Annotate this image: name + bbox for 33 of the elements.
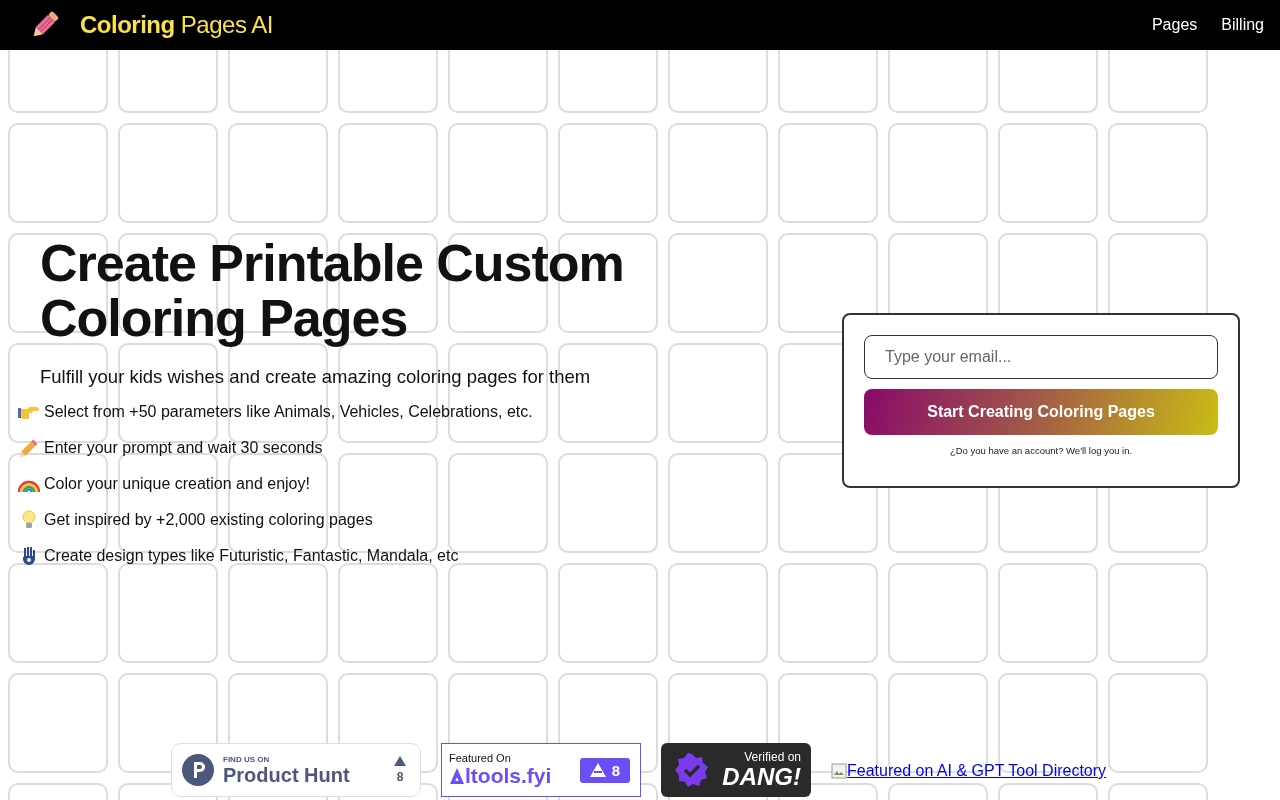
upvote-triangle-icon	[394, 756, 406, 766]
dang-badge[interactable]: Verified on DANG!	[661, 743, 811, 797]
badge-caption: Verified on	[744, 750, 801, 764]
directory-link[interactable]: Featured on AI & GPT Tool Directory	[847, 762, 1107, 780]
feature-text: Color your unique creation and enjoy!	[44, 475, 310, 493]
feature-text: Create design types like Futuristic, Fantastic, Mandala, etc	[44, 547, 459, 565]
product-hunt-badge[interactable]: FIND US ON Product Hunt 8	[171, 743, 421, 797]
badge-title: ltools.fyi	[465, 764, 552, 788]
nav-link[interactable]: Pages	[1151, 16, 1198, 34]
broken-image-icon	[831, 763, 847, 779]
vote-count-badge: 8	[579, 757, 630, 783]
letter-a-logo-icon	[449, 767, 465, 785]
pencil-icon	[18, 438, 40, 458]
letter-p-icon	[182, 754, 214, 786]
hero-title: Create Printable Custom Coloring Pages	[40, 236, 625, 346]
triangle-logo-icon	[589, 763, 606, 777]
feature-text: Enter your prompt and wait 30 seconds	[44, 439, 323, 457]
feature-text: Select from +50 parameters like Animals, Vehicles, Celebrations, etc.	[44, 403, 533, 421]
badge-caption: FIND US ON	[223, 754, 271, 764]
badge-title: Product Hunt	[223, 763, 351, 786]
email-field[interactable]: Type your email...	[864, 335, 1218, 379]
pointing-hand-icon	[18, 404, 40, 420]
logo-text[interactable]: Coloring Pages AI	[80, 11, 273, 39]
account-note: ¿Do you have an account? We'll log you in.	[948, 445, 1134, 456]
verified-check-icon	[675, 753, 709, 787]
badge-title: DANG!	[722, 764, 801, 790]
hero-subtitle: Fulfill your kids wishes and create amazing coloring pages for them	[40, 366, 592, 388]
upvote-count: 8	[396, 770, 404, 784]
aitools-badge[interactable]: Featured On ltools.fyi 8	[441, 743, 641, 797]
badge-caption: Featured On	[449, 752, 512, 764]
nav-link[interactable]: Billing	[1221, 16, 1264, 34]
feature-text: Get inspired by +2,000 existing coloring pages	[44, 511, 373, 529]
start-button[interactable]: Start Creating Coloring Pages	[864, 389, 1218, 435]
